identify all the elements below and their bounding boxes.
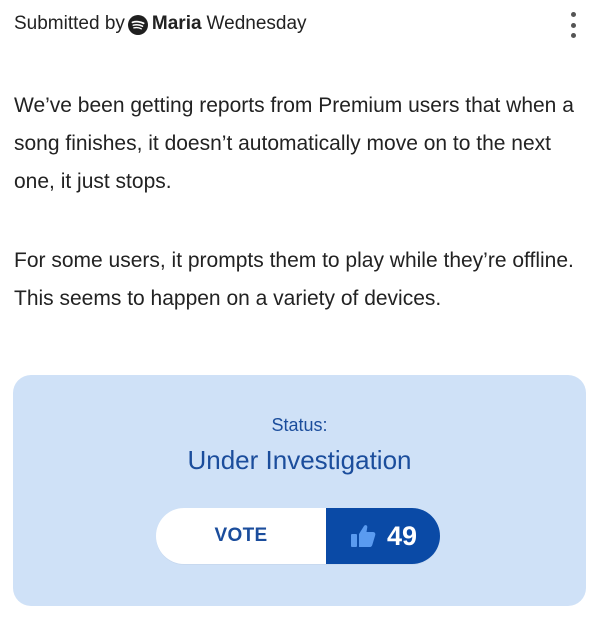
vote-control: VOTE 49 bbox=[156, 508, 440, 564]
status-value: Under Investigation bbox=[187, 445, 412, 475]
more-vertical-icon[interactable] bbox=[568, 12, 578, 38]
submitted-by-label: Submitted by bbox=[14, 13, 125, 34]
status-label: Status: bbox=[271, 415, 328, 435]
post-paragraph-2: For some users, it prompts them to play … bbox=[14, 249, 574, 310]
thumbs-up-icon bbox=[349, 522, 377, 550]
author-name[interactable]: Maria bbox=[152, 13, 202, 35]
post-paragraph-1: We’ve been getting reports from Premium … bbox=[14, 94, 574, 193]
vote-count-box: 49 bbox=[326, 508, 440, 564]
status-card: Status: Under Investigation VOTE 49 bbox=[13, 375, 586, 606]
vote-count: 49 bbox=[386, 520, 418, 551]
vote-button[interactable]: VOTE bbox=[156, 508, 326, 564]
post-header: Submitted by Maria Wednesday bbox=[14, 10, 586, 38]
post-day: Wednesday bbox=[206, 13, 307, 34]
spotify-icon bbox=[127, 15, 148, 35]
